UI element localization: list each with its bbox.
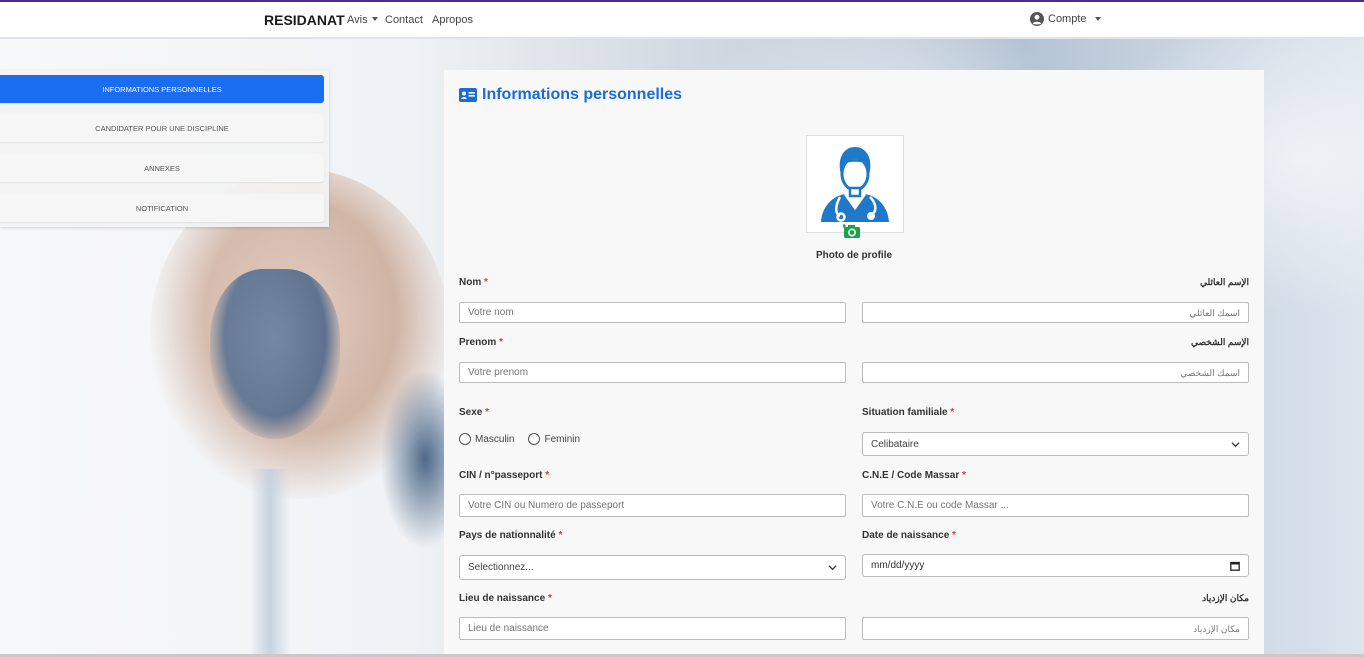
chevron-down-icon [828, 565, 837, 571]
cin-label: CIN / n°passeport * [459, 470, 550, 481]
caret-down-icon [371, 17, 378, 21]
radio-feminin[interactable] [528, 433, 541, 445]
sidebar-item-informations[interactable]: INFORMATIONS PERSONNELLES [0, 75, 324, 103]
nom-ar-input[interactable] [862, 302, 1249, 323]
nav-avis-dropdown[interactable]: Avis [347, 14, 378, 26]
date-input[interactable]: mm/dd/yyyy [862, 554, 1249, 577]
prenom-input[interactable] [459, 362, 846, 383]
nav-contact[interactable]: Contact [385, 14, 423, 26]
lieu-ar-label: مكان الإزدياد [1202, 593, 1249, 603]
prenom-ar-label: الإسم الشخصي [1190, 337, 1249, 347]
chevron-down-icon [1231, 441, 1240, 447]
date-label: Date de naissance * [862, 530, 956, 541]
radio-feminin-label: Feminin [544, 433, 581, 445]
user-circle-icon [1030, 12, 1044, 26]
top-navbar: RESIDANAT Avis Contact Apropos Compte [0, 0, 1364, 38]
id-card-icon [459, 88, 477, 102]
sidebar: INFORMATIONS PERSONNELLES CANDIDATER POU… [0, 70, 329, 227]
caret-down-icon [1094, 17, 1101, 21]
lieu-label: Lieu de naissance * [459, 593, 552, 604]
page-title: Informations personnelles [459, 86, 682, 104]
nom-ar-label: الإسم العائلي [1200, 277, 1249, 287]
situation-value: Celibataire [871, 438, 919, 450]
sidebar-item-notification[interactable]: NOTIFICATION [0, 194, 324, 222]
profile-photo[interactable] [806, 135, 904, 233]
lieu-ar-input[interactable] [862, 617, 1249, 640]
pays-select[interactable]: Selectionnez... [459, 555, 846, 580]
radio-masculin[interactable] [459, 433, 471, 445]
cne-label: C.N.E / Code Massar * [862, 470, 966, 481]
sexe-label: Sexe * [459, 407, 490, 418]
photo-caption: Photo de profile [815, 250, 893, 261]
prenom-ar-input[interactable] [862, 362, 1249, 383]
personal-info-card: Informations personnelles Photo de profi… [444, 70, 1264, 657]
nom-label: Nom * [459, 277, 488, 288]
cne-input[interactable] [862, 494, 1249, 517]
situation-label: Situation familiale * [862, 407, 955, 418]
prenom-label: Prenom * [459, 337, 503, 348]
cin-input[interactable] [459, 494, 846, 517]
sidebar-item-annexes[interactable]: ANNEXES [0, 154, 324, 182]
doctor-avatar-icon [821, 147, 889, 222]
sidebar-item-candidater[interactable]: CANDIDATER POUR UNE DISCIPLINE [0, 114, 324, 142]
sexe-options: Masculin Feminin [459, 433, 580, 445]
date-value: mm/dd/yyyy [871, 560, 925, 571]
nav-apropos[interactable]: Apropos [432, 14, 473, 26]
account-dropdown[interactable]: Compte [1030, 12, 1101, 26]
calendar-icon[interactable] [1230, 561, 1240, 571]
lieu-input[interactable] [459, 617, 846, 640]
nom-input[interactable] [459, 302, 846, 323]
situation-select[interactable]: Celibataire [862, 432, 1249, 456]
add-photo-camera-icon[interactable] [843, 223, 861, 239]
account-label: Compte [1048, 13, 1087, 25]
pays-label: Pays de nationnalité * [459, 530, 563, 541]
pays-value: Selectionnez... [468, 562, 534, 573]
brand-logo[interactable]: RESIDANAT [264, 12, 345, 28]
radio-masculin-label: Masculin [475, 433, 515, 445]
